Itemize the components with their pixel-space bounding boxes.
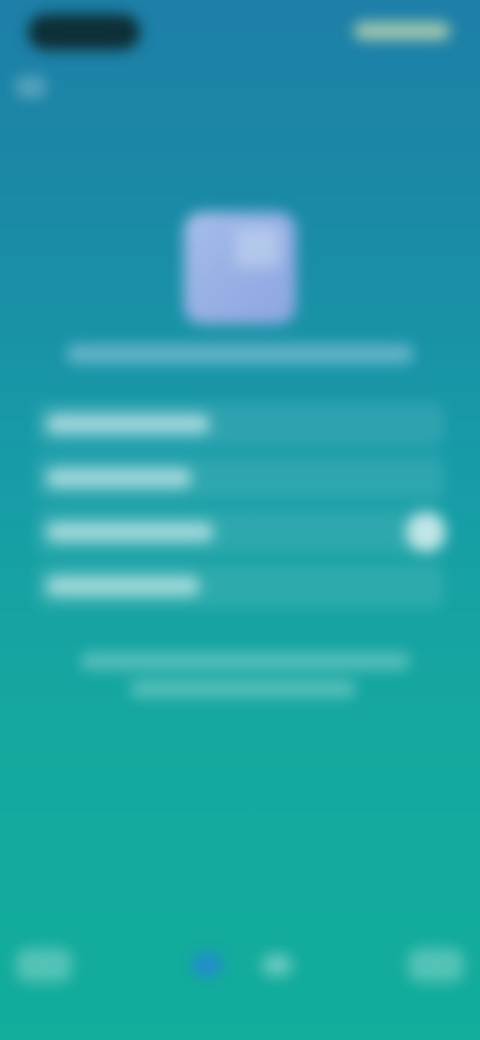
note-line-1 — [80, 652, 410, 670]
option-item-4[interactable] — [36, 564, 444, 608]
status-icons — [354, 22, 450, 40]
app-screen — [0, 0, 480, 1040]
camera-pill-icon — [28, 14, 140, 50]
blurred-content — [0, 0, 480, 1040]
option-item-3[interactable] — [36, 510, 444, 554]
pager-dot-active[interactable] — [192, 954, 222, 976]
dock-right-button[interactable] — [408, 948, 464, 982]
option-item-label — [46, 576, 200, 596]
option-item-label — [46, 468, 192, 488]
page-title — [66, 344, 414, 364]
toggle-switch[interactable] — [406, 512, 446, 552]
image-placeholder-icon — [184, 212, 296, 324]
option-item-2[interactable] — [36, 456, 444, 500]
option-item-label — [46, 522, 214, 542]
note-line-2 — [130, 680, 356, 698]
back-arrow-icon[interactable] — [16, 76, 46, 98]
option-item-1[interactable] — [36, 402, 444, 446]
pager-dot[interactable] — [262, 954, 292, 976]
option-item-label — [46, 414, 210, 434]
dock-left-button[interactable] — [16, 948, 72, 982]
